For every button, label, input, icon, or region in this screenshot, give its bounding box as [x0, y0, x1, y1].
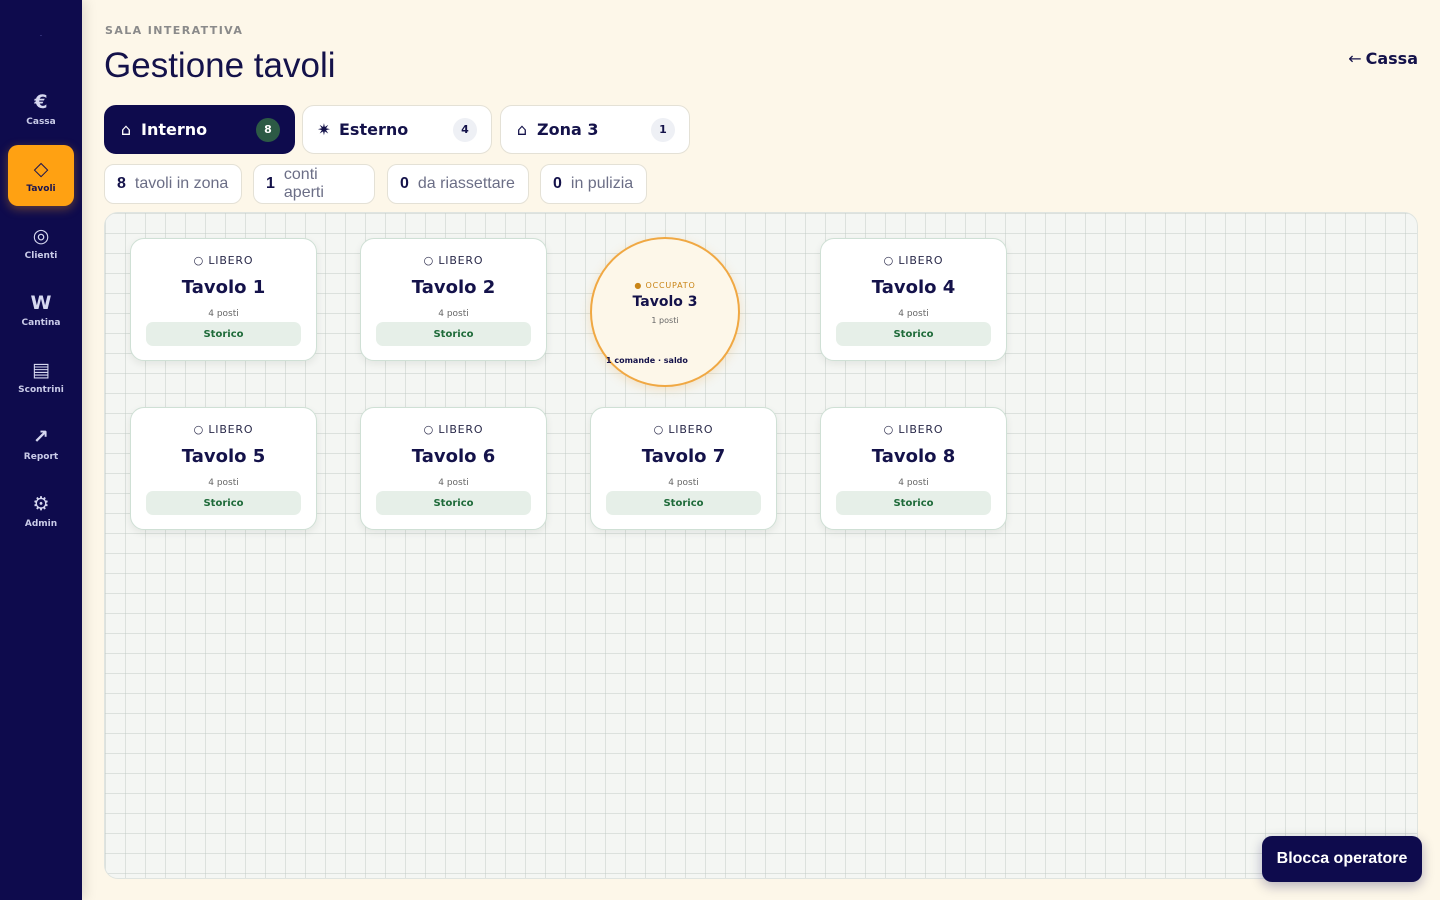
sidebar-item-label: Cantina: [21, 317, 61, 328]
zone-tab-zona-3[interactable]: ⌂ Zona 3 1: [500, 105, 690, 154]
stat-tables-in-zone: 8 tavoli in zona: [104, 164, 242, 204]
sidebar-item-label: Report: [23, 451, 59, 462]
sidebar-item-label: Tavoli: [26, 183, 56, 194]
trend-arrow-icon: ↗: [33, 425, 49, 448]
table-seats: 4 posti: [438, 478, 469, 488]
table-status: ● OCCUPATO: [634, 281, 696, 290]
table-status: ○ LIBERO: [423, 254, 484, 267]
euro-icon: €: [34, 90, 48, 113]
stat-label: da riassettare: [417, 175, 515, 192]
sidebar-item-cassa[interactable]: € Cassa: [8, 78, 74, 139]
table-name: Tavolo 2: [411, 277, 496, 298]
history-button[interactable]: Storico: [376, 322, 531, 346]
history-button[interactable]: Storico: [836, 322, 991, 346]
stat-label: conti aperti: [283, 166, 324, 201]
sidebar-item-label: Scontrini: [18, 384, 64, 395]
stat-value: 1: [266, 175, 275, 192]
diamond-icon: ◇: [33, 157, 49, 180]
lock-operator-button[interactable]: Blocca operatore: [1262, 836, 1422, 882]
history-button[interactable]: Storico: [146, 322, 301, 346]
receipt-icon: ▤: [32, 358, 50, 381]
table-card[interactable]: ○ LIBERO Tavolo 4 4 posti Storico: [820, 238, 1007, 361]
stat-value: 0: [400, 175, 409, 192]
sidebar-item-cantina[interactable]: W Cantina: [8, 279, 74, 340]
table-name: Tavolo 5: [181, 446, 266, 467]
table-round-occupied[interactable]: ● OCCUPATO Tavolo 3 1 posti 1 comande · …: [590, 237, 740, 387]
sidebar-item-tavoli[interactable]: ◇ Tavoli: [8, 145, 74, 206]
table-seats: 1 posti: [651, 316, 679, 325]
page-eyebrow: SALA INTERATTIVA: [105, 24, 244, 37]
sidebar-item-label: Cassa: [26, 116, 56, 127]
sidebar: . € Cassa ◇ Tavoli ◎ Clienti W Cantina ▤…: [0, 0, 82, 900]
stat-value: 8: [117, 175, 126, 192]
sidebar-item-scontrini[interactable]: ▤ Scontrini: [8, 346, 74, 407]
home-icon: ⌂: [120, 120, 132, 139]
table-seats: 4 posti: [208, 309, 239, 319]
zone-count-badge: 8: [256, 117, 280, 142]
app-logo: .: [39, 30, 43, 38]
table-card[interactable]: ○ LIBERO Tavolo 5 4 posti Storico: [130, 407, 317, 530]
history-button[interactable]: Storico: [376, 491, 531, 515]
table-seats: 4 posti: [208, 478, 239, 488]
sidebar-item-admin[interactable]: ⚙ Admin: [8, 480, 74, 541]
sidebar-item-clienti[interactable]: ◎ Clienti: [8, 212, 74, 273]
stat-value: 0: [553, 175, 562, 192]
ring-icon: ◎: [32, 224, 50, 247]
stat-to-reset: 0 da riassettare: [387, 164, 529, 204]
history-button[interactable]: Storico: [836, 491, 991, 515]
table-status: ○ LIBERO: [423, 423, 484, 436]
back-to-cassa-link[interactable]: ← Cassa: [1348, 49, 1418, 68]
sidebar-item-label: Admin: [24, 518, 58, 529]
sidebar-item-label: Clienti: [24, 250, 58, 261]
zone-tab-label: Zona 3: [537, 120, 599, 139]
stat-open-bills: 1 conti aperti: [253, 164, 375, 204]
stat-label: in pulizia: [570, 175, 634, 192]
page-title: Gestione tavoli: [104, 46, 336, 85]
table-name: Tavolo 1: [181, 277, 266, 298]
back-link-label: Cassa: [1365, 49, 1418, 68]
home-icon: ⌂: [516, 120, 528, 139]
table-card[interactable]: ○ LIBERO Tavolo 7 4 posti Storico: [590, 407, 777, 530]
sidebar-item-report[interactable]: ↗ Report: [8, 413, 74, 474]
table-name: Tavolo 4: [871, 277, 956, 298]
stat-in-cleaning: 0 in pulizia: [540, 164, 647, 204]
table-status: ○ LIBERO: [883, 254, 944, 267]
table-name: Tavolo 8: [871, 446, 956, 467]
table-seats: 4 posti: [668, 478, 699, 488]
table-name: Tavolo 6: [411, 446, 496, 467]
table-card[interactable]: ○ LIBERO Tavolo 1 4 posti Storico: [130, 238, 317, 361]
table-status: ○ LIBERO: [883, 423, 944, 436]
table-orders: 1 comande · saldo: [606, 356, 688, 365]
table-seats: 4 posti: [898, 309, 929, 319]
table-card[interactable]: ○ LIBERO Tavolo 6 4 posti Storico: [360, 407, 547, 530]
wine-w-icon: W: [30, 291, 52, 314]
floor-plan: ○ LIBERO Tavolo 1 4 posti Storico ○ LIBE…: [104, 212, 1418, 879]
zone-count-badge: 4: [453, 117, 477, 142]
table-card[interactable]: ○ LIBERO Tavolo 2 4 posti Storico: [360, 238, 547, 361]
sun-icon: ✷: [317, 120, 331, 139]
zone-tab-label: Interno: [141, 120, 208, 139]
zone-count-badge: 1: [651, 117, 675, 142]
table-card[interactable]: ○ LIBERO Tavolo 8 4 posti Storico: [820, 407, 1007, 530]
table-status: ○ LIBERO: [193, 423, 254, 436]
table-seats: 4 posti: [898, 478, 929, 488]
gear-icon: ⚙: [32, 492, 50, 515]
zone-tab-esterno[interactable]: ✷ Esterno 4: [302, 105, 492, 154]
table-name: Tavolo 7: [641, 446, 726, 467]
table-name: Tavolo 3: [632, 294, 698, 310]
table-status: ○ LIBERO: [653, 423, 714, 436]
table-seats: 4 posti: [438, 309, 469, 319]
zone-tab-interno[interactable]: ⌂ Interno 8: [104, 105, 295, 154]
history-button[interactable]: Storico: [606, 491, 761, 515]
history-button[interactable]: Storico: [146, 491, 301, 515]
zone-tab-label: Esterno: [339, 120, 409, 139]
arrow-left-icon: ←: [1348, 49, 1362, 68]
stat-label: tavoli in zona: [134, 175, 229, 192]
table-status: ○ LIBERO: [193, 254, 254, 267]
